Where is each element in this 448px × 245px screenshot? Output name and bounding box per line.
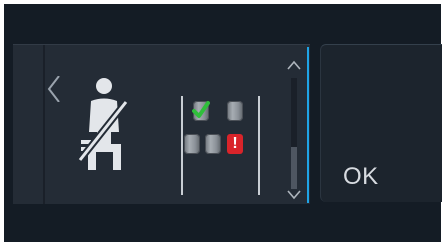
chevron-up-icon[interactable] bbox=[287, 60, 301, 70]
scrollbar[interactable] bbox=[287, 60, 301, 200]
seat-row1-right bbox=[227, 101, 243, 121]
ok-button[interactable]: OK bbox=[320, 44, 442, 202]
seat-map: ! bbox=[181, 96, 261, 195]
selection-highlight bbox=[307, 47, 309, 203]
ok-button-label: OK bbox=[343, 163, 379, 190]
panel-divider bbox=[43, 45, 45, 205]
seat-row2-center bbox=[205, 134, 221, 154]
seatbelt-unfastened-icon bbox=[78, 78, 129, 170]
chevron-down-icon[interactable] bbox=[287, 190, 301, 200]
seat-row1-left bbox=[192, 101, 210, 121]
seat-map-bracket-left bbox=[181, 96, 183, 195]
seat-map-bracket-right bbox=[258, 96, 260, 195]
top-band bbox=[4, 4, 441, 44]
instrument-display: ! OK bbox=[4, 4, 442, 242]
seat-row2-left bbox=[184, 134, 200, 154]
pointer-notch-icon bbox=[47, 76, 60, 102]
seat-row2-right-warning: ! bbox=[227, 134, 243, 154]
check-icon bbox=[192, 101, 210, 118]
scroll-thumb[interactable] bbox=[291, 147, 297, 189]
bottom-band bbox=[4, 204, 441, 242]
seatbelt-status-panel[interactable] bbox=[13, 44, 310, 205]
